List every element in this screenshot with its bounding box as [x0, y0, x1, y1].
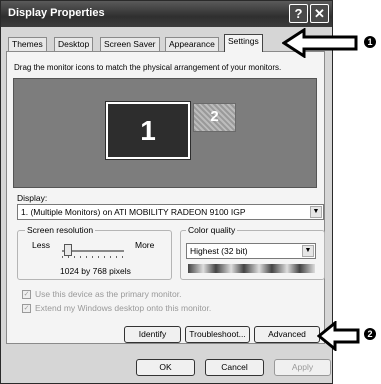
callout-arrow-1-icon	[282, 28, 358, 58]
resolution-slider-ticks	[62, 256, 124, 258]
callout-arrow-2-icon	[317, 321, 360, 351]
color-quality-select[interactable]: Highest (32 bit) ▼	[186, 243, 316, 259]
callout-marker-2: 2	[364, 328, 376, 340]
help-button[interactable]: ?	[289, 4, 308, 23]
tab-desktop[interactable]: Desktop	[54, 37, 94, 51]
primary-monitor-label: Use this device as the primary monitor.	[35, 289, 182, 299]
screen-resolution-legend: Screen resolution	[25, 225, 96, 235]
extend-desktop-label: Extend my Windows desktop onto this moni…	[35, 303, 212, 313]
primary-monitor-checkbox[interactable]: ✓	[22, 290, 31, 299]
chevron-down-icon[interactable]: ▼	[302, 245, 314, 257]
callout-marker-1: 1	[364, 36, 376, 48]
window-title: Display Properties	[8, 7, 105, 19]
troubleshoot-button[interactable]: Troubleshoot...	[185, 326, 250, 343]
tab-settings[interactable]: Settings	[224, 34, 263, 52]
extend-desktop-checkbox[interactable]: ✓	[22, 304, 31, 313]
advanced-button[interactable]: Advanced	[254, 326, 320, 343]
instruction-text: Drag the monitor icons to match the phys…	[14, 63, 282, 72]
color-quality-preview-bar	[188, 264, 315, 273]
resolution-more-label: More	[135, 240, 155, 250]
tab-themes[interactable]: Themes	[8, 37, 47, 51]
close-button[interactable]: ✕	[310, 4, 329, 23]
title-bar[interactable]: Display Properties ? ✕	[1, 1, 332, 27]
apply-button[interactable]: Apply	[274, 359, 331, 376]
ok-button[interactable]: OK	[136, 359, 195, 376]
resolution-less-label: Less	[32, 240, 50, 250]
resolution-value: 1024 by 768 pixels	[60, 266, 131, 276]
identify-button[interactable]: Identify	[124, 326, 181, 343]
display-label: Display:	[17, 193, 48, 203]
color-quality-legend: Color quality	[186, 225, 238, 235]
display-select-value: 1. (Multiple Monitors) on ATI MOBILITY R…	[21, 207, 246, 217]
chevron-down-icon[interactable]: ▼	[310, 206, 322, 218]
display-select[interactable]: 1. (Multiple Monitors) on ATI MOBILITY R…	[17, 204, 324, 220]
resolution-slider-thumb[interactable]	[64, 244, 72, 256]
tab-screen-saver[interactable]: Screen Saver	[100, 37, 160, 51]
tab-appearance[interactable]: Appearance	[165, 37, 219, 51]
monitor-1-icon[interactable]: 1	[105, 101, 191, 160]
cancel-button[interactable]: Cancel	[205, 359, 264, 376]
color-quality-value: Highest (32 bit)	[190, 246, 248, 256]
monitor-2-icon[interactable]: 2	[193, 103, 236, 132]
